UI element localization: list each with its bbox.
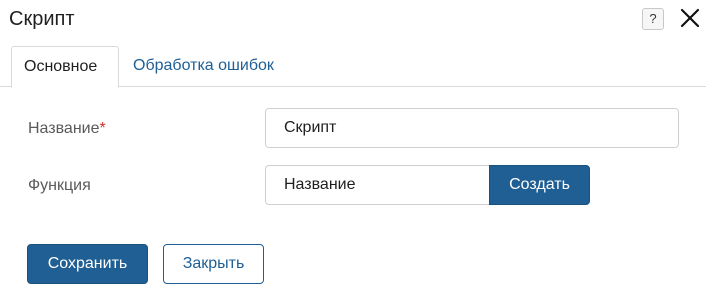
help-icon: ? <box>649 11 657 26</box>
function-label: Функция <box>28 177 91 194</box>
name-label: Название* <box>28 119 106 139</box>
create-button[interactable]: Создать <box>489 165 590 205</box>
name-label-text: Название <box>28 120 100 137</box>
help-button[interactable]: ? <box>642 8 664 30</box>
tab-error-handling[interactable]: Обработка ошибок <box>121 46 286 87</box>
tab-main[interactable]: Основное <box>11 46 119 88</box>
close-icon[interactable] <box>678 6 702 30</box>
function-input[interactable] <box>265 165 491 205</box>
required-mark: * <box>99 120 106 137</box>
save-button[interactable]: Сохранить <box>27 244 148 284</box>
tab-bar: Основное Обработка ошибок <box>0 46 706 88</box>
name-input[interactable] <box>265 108 679 148</box>
close-button[interactable]: Закрыть <box>163 244 264 284</box>
dialog-title: Скрипт <box>9 8 75 30</box>
script-dialog: Скрипт ? Основное Обработка ошибок Назва… <box>0 0 706 291</box>
